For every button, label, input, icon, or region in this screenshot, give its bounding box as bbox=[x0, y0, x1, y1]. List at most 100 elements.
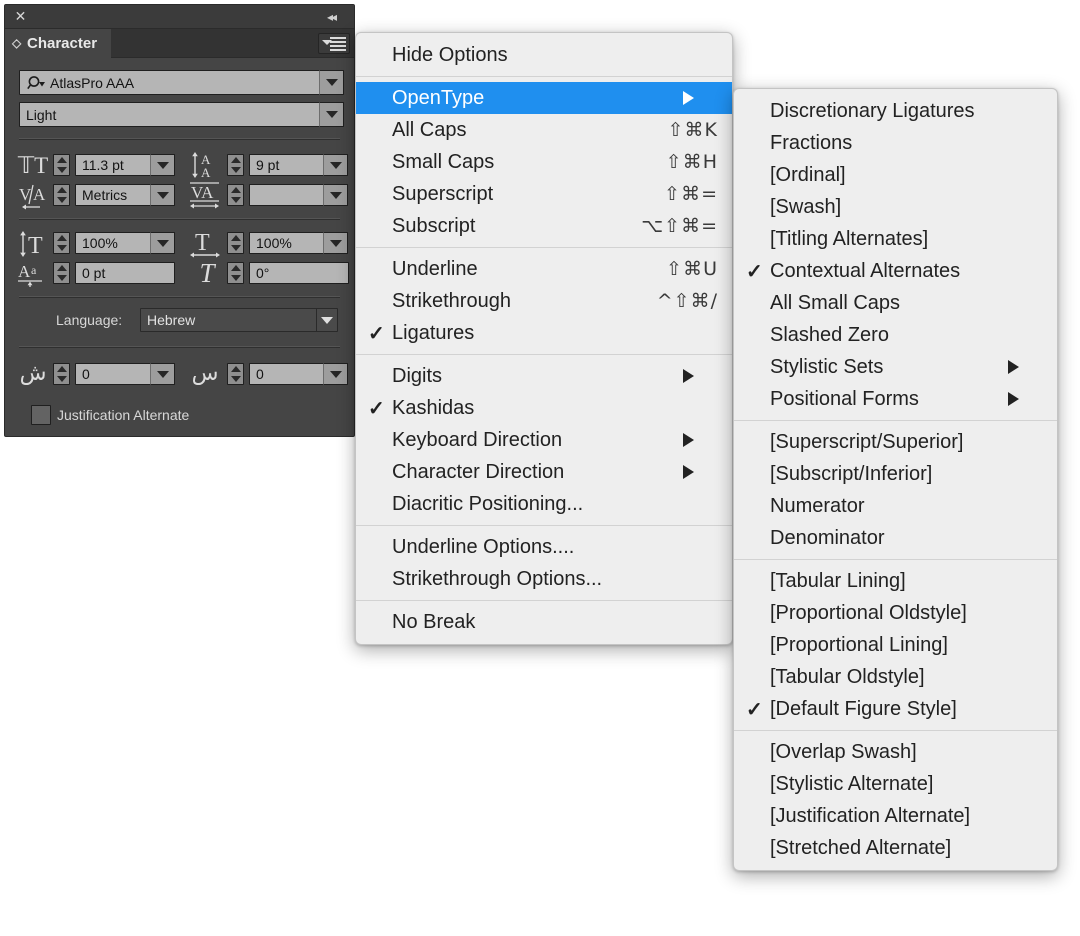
menu-item-default-figure-style[interactable]: ✓ [Default Figure Style] bbox=[734, 693, 1057, 725]
baseline-shift-field[interactable]: 0 pt bbox=[75, 262, 175, 284]
menu-item-all-small-caps[interactable]: All Small Caps bbox=[734, 287, 1057, 319]
menu-item-denominator[interactable]: Denominator bbox=[734, 522, 1057, 554]
kerning-field[interactable]: Metrics bbox=[75, 184, 160, 206]
menu-item-label: [Tabular Lining] bbox=[770, 569, 906, 592]
kashida-left-field[interactable]: 0 bbox=[75, 363, 160, 385]
svg-text:VA: VA bbox=[191, 183, 214, 202]
kashida-right-field[interactable]: 0 bbox=[249, 363, 333, 385]
language-dropdown[interactable] bbox=[316, 308, 338, 332]
vertical-scale-field[interactable]: 100% bbox=[75, 232, 160, 254]
menu-item-keyboard-direction[interactable]: Keyboard Direction bbox=[356, 424, 732, 456]
menu-item-tabular-lining[interactable]: [Tabular Lining] bbox=[734, 565, 1057, 597]
tracking-field[interactable] bbox=[249, 184, 333, 206]
font-family-dropdown[interactable] bbox=[319, 70, 344, 95]
font-size-field[interactable]: 11.3 pt bbox=[75, 154, 160, 176]
kerning-dropdown[interactable] bbox=[150, 184, 175, 206]
language-field[interactable]: Hebrew bbox=[140, 308, 332, 332]
justification-alternate-checkbox[interactable] bbox=[31, 405, 51, 425]
menu-item-proportional-oldstyle[interactable]: [Proportional Oldstyle] bbox=[734, 597, 1057, 629]
menu-item-fractions[interactable]: Fractions bbox=[734, 127, 1057, 159]
leading-field[interactable]: 9 pt bbox=[249, 154, 333, 176]
kerning-stepper[interactable] bbox=[53, 184, 70, 206]
close-icon[interactable]: ✕ bbox=[14, 9, 27, 23]
menu-item-titling-alternates[interactable]: [Titling Alternates] bbox=[734, 223, 1057, 255]
collapse-panel-icon[interactable]: ◂◂ bbox=[327, 11, 345, 23]
menu-item-subscript[interactable]: Subscript ⌥⇧⌘= bbox=[356, 210, 732, 242]
menu-item-subscript-inferior[interactable]: [Subscript/Inferior] bbox=[734, 458, 1057, 490]
font-size-stepper[interactable] bbox=[53, 154, 70, 176]
baseline-shift-stepper[interactable] bbox=[53, 262, 70, 284]
menu-item-contextual-alternates[interactable]: ✓ Contextual Alternates bbox=[734, 255, 1057, 287]
menu-item-justification-alternate[interactable]: [Justification Alternate] bbox=[734, 800, 1057, 832]
menu-item-ordinal[interactable]: [Ordinal] bbox=[734, 159, 1057, 191]
menu-item-no-break[interactable]: No Break bbox=[356, 606, 732, 638]
rotation-field[interactable]: 0° bbox=[249, 262, 349, 284]
menu-item-hide-options[interactable]: Hide Options bbox=[356, 39, 732, 71]
kashida-left-stepper[interactable] bbox=[53, 363, 70, 385]
tab-character[interactable]: ◇ Character bbox=[5, 29, 112, 58]
menu-item-label: Strikethrough bbox=[392, 289, 511, 312]
menu-item-opentype[interactable]: OpenType bbox=[356, 82, 732, 114]
menu-item-label: [Ordinal] bbox=[770, 163, 846, 186]
opentype-submenu: Discretionary Ligatures Fractions [Ordinal… bbox=[733, 88, 1058, 871]
menu-item-strikethrough-options[interactable]: Strikethrough Options... bbox=[356, 563, 732, 595]
menu-item-all-caps[interactable]: All Caps ⇧⌘K bbox=[356, 114, 732, 146]
svg-text:T: T bbox=[28, 233, 43, 258]
menu-item-positional-forms[interactable]: Positional Forms bbox=[734, 383, 1057, 415]
menu-item-tabular-oldstyle[interactable]: [Tabular Oldstyle] bbox=[734, 661, 1057, 693]
menu-item-discretionary-ligatures[interactable]: Discretionary Ligatures bbox=[734, 95, 1057, 127]
vertical-scale-icon: T bbox=[17, 230, 51, 258]
vertical-scale-stepper[interactable] bbox=[53, 232, 70, 254]
horizontal-scale-stepper[interactable] bbox=[227, 232, 244, 254]
horizontal-scale-dropdown[interactable] bbox=[323, 232, 348, 254]
menu-item-character-direction[interactable]: Character Direction bbox=[356, 456, 732, 488]
font-size-value: 11.3 pt bbox=[82, 157, 124, 173]
menu-item-underline[interactable]: Underline ⇧⌘U bbox=[356, 253, 732, 285]
menu-item-underline-options[interactable]: Underline Options.... bbox=[356, 531, 732, 563]
leading-dropdown[interactable] bbox=[323, 154, 348, 176]
leading-stepper[interactable] bbox=[227, 154, 244, 176]
kashida-right-stepper[interactable] bbox=[227, 363, 244, 385]
panel-titlebar: ✕ ◂◂ bbox=[5, 5, 354, 29]
menu-item-stylistic-alternate[interactable]: [Stylistic Alternate] bbox=[734, 768, 1057, 800]
menu-item-kashidas[interactable]: ✓ Kashidas bbox=[356, 392, 732, 424]
rotation-stepper[interactable] bbox=[227, 262, 244, 284]
menu-item-label: [Subscript/Inferior] bbox=[770, 462, 933, 485]
menu-item-slashed-zero[interactable]: Slashed Zero bbox=[734, 319, 1057, 351]
vertical-scale-dropdown[interactable] bbox=[150, 232, 175, 254]
menu-item-ligatures[interactable]: ✓ Ligatures bbox=[356, 317, 732, 349]
menu-item-proportional-lining[interactable]: [Proportional Lining] bbox=[734, 629, 1057, 661]
menu-item-overlap-swash[interactable]: [Overlap Swash] bbox=[734, 736, 1057, 768]
tracking-stepper[interactable] bbox=[227, 184, 244, 206]
svg-text:T: T bbox=[195, 230, 210, 256]
kashida-right-dropdown[interactable] bbox=[323, 363, 348, 385]
menu-item-superscript-superior[interactable]: [Superscript/Superior] bbox=[734, 426, 1057, 458]
kashida-left-dropdown[interactable] bbox=[150, 363, 175, 385]
menu-item-digits[interactable]: Digits bbox=[356, 360, 732, 392]
kerning-value: Metrics bbox=[82, 187, 128, 203]
font-family-field[interactable]: AtlasPro AAA bbox=[19, 70, 332, 95]
menu-item-stylistic-sets[interactable]: Stylistic Sets bbox=[734, 351, 1057, 383]
font-size-dropdown[interactable] bbox=[150, 154, 175, 176]
menu-item-shortcut: ⇧⌘U bbox=[666, 258, 718, 280]
horizontal-scale-field[interactable]: 100% bbox=[249, 232, 333, 254]
font-style-dropdown[interactable] bbox=[319, 102, 344, 127]
font-style-field[interactable]: Light bbox=[19, 102, 332, 127]
menu-item-label: [Swash] bbox=[770, 195, 842, 218]
submenu-arrow-icon bbox=[1008, 360, 1043, 374]
menu-item-diacritic-positioning[interactable]: Diacritic Positioning... bbox=[356, 488, 732, 520]
menu-item-swash[interactable]: [Swash] bbox=[734, 191, 1057, 223]
kerning-icon: V A bbox=[17, 182, 51, 210]
search-icon bbox=[27, 76, 45, 90]
submenu-separator bbox=[734, 420, 1057, 421]
menu-item-label: Denominator bbox=[770, 526, 885, 549]
menu-item-numerator[interactable]: Numerator bbox=[734, 490, 1057, 522]
panel-menu-icon[interactable] bbox=[318, 33, 350, 54]
svg-text:A: A bbox=[201, 165, 211, 179]
menu-item-strikethrough[interactable]: Strikethrough ^⇧⌘/ bbox=[356, 285, 732, 317]
menu-item-superscript[interactable]: Superscript ⇧⌘= bbox=[356, 178, 732, 210]
menu-item-small-caps[interactable]: Small Caps ⇧⌘H bbox=[356, 146, 732, 178]
divider-2 bbox=[19, 218, 340, 219]
tracking-dropdown[interactable] bbox=[323, 184, 348, 206]
menu-item-stretched-alternate[interactable]: [Stretched Alternate] bbox=[734, 832, 1057, 864]
